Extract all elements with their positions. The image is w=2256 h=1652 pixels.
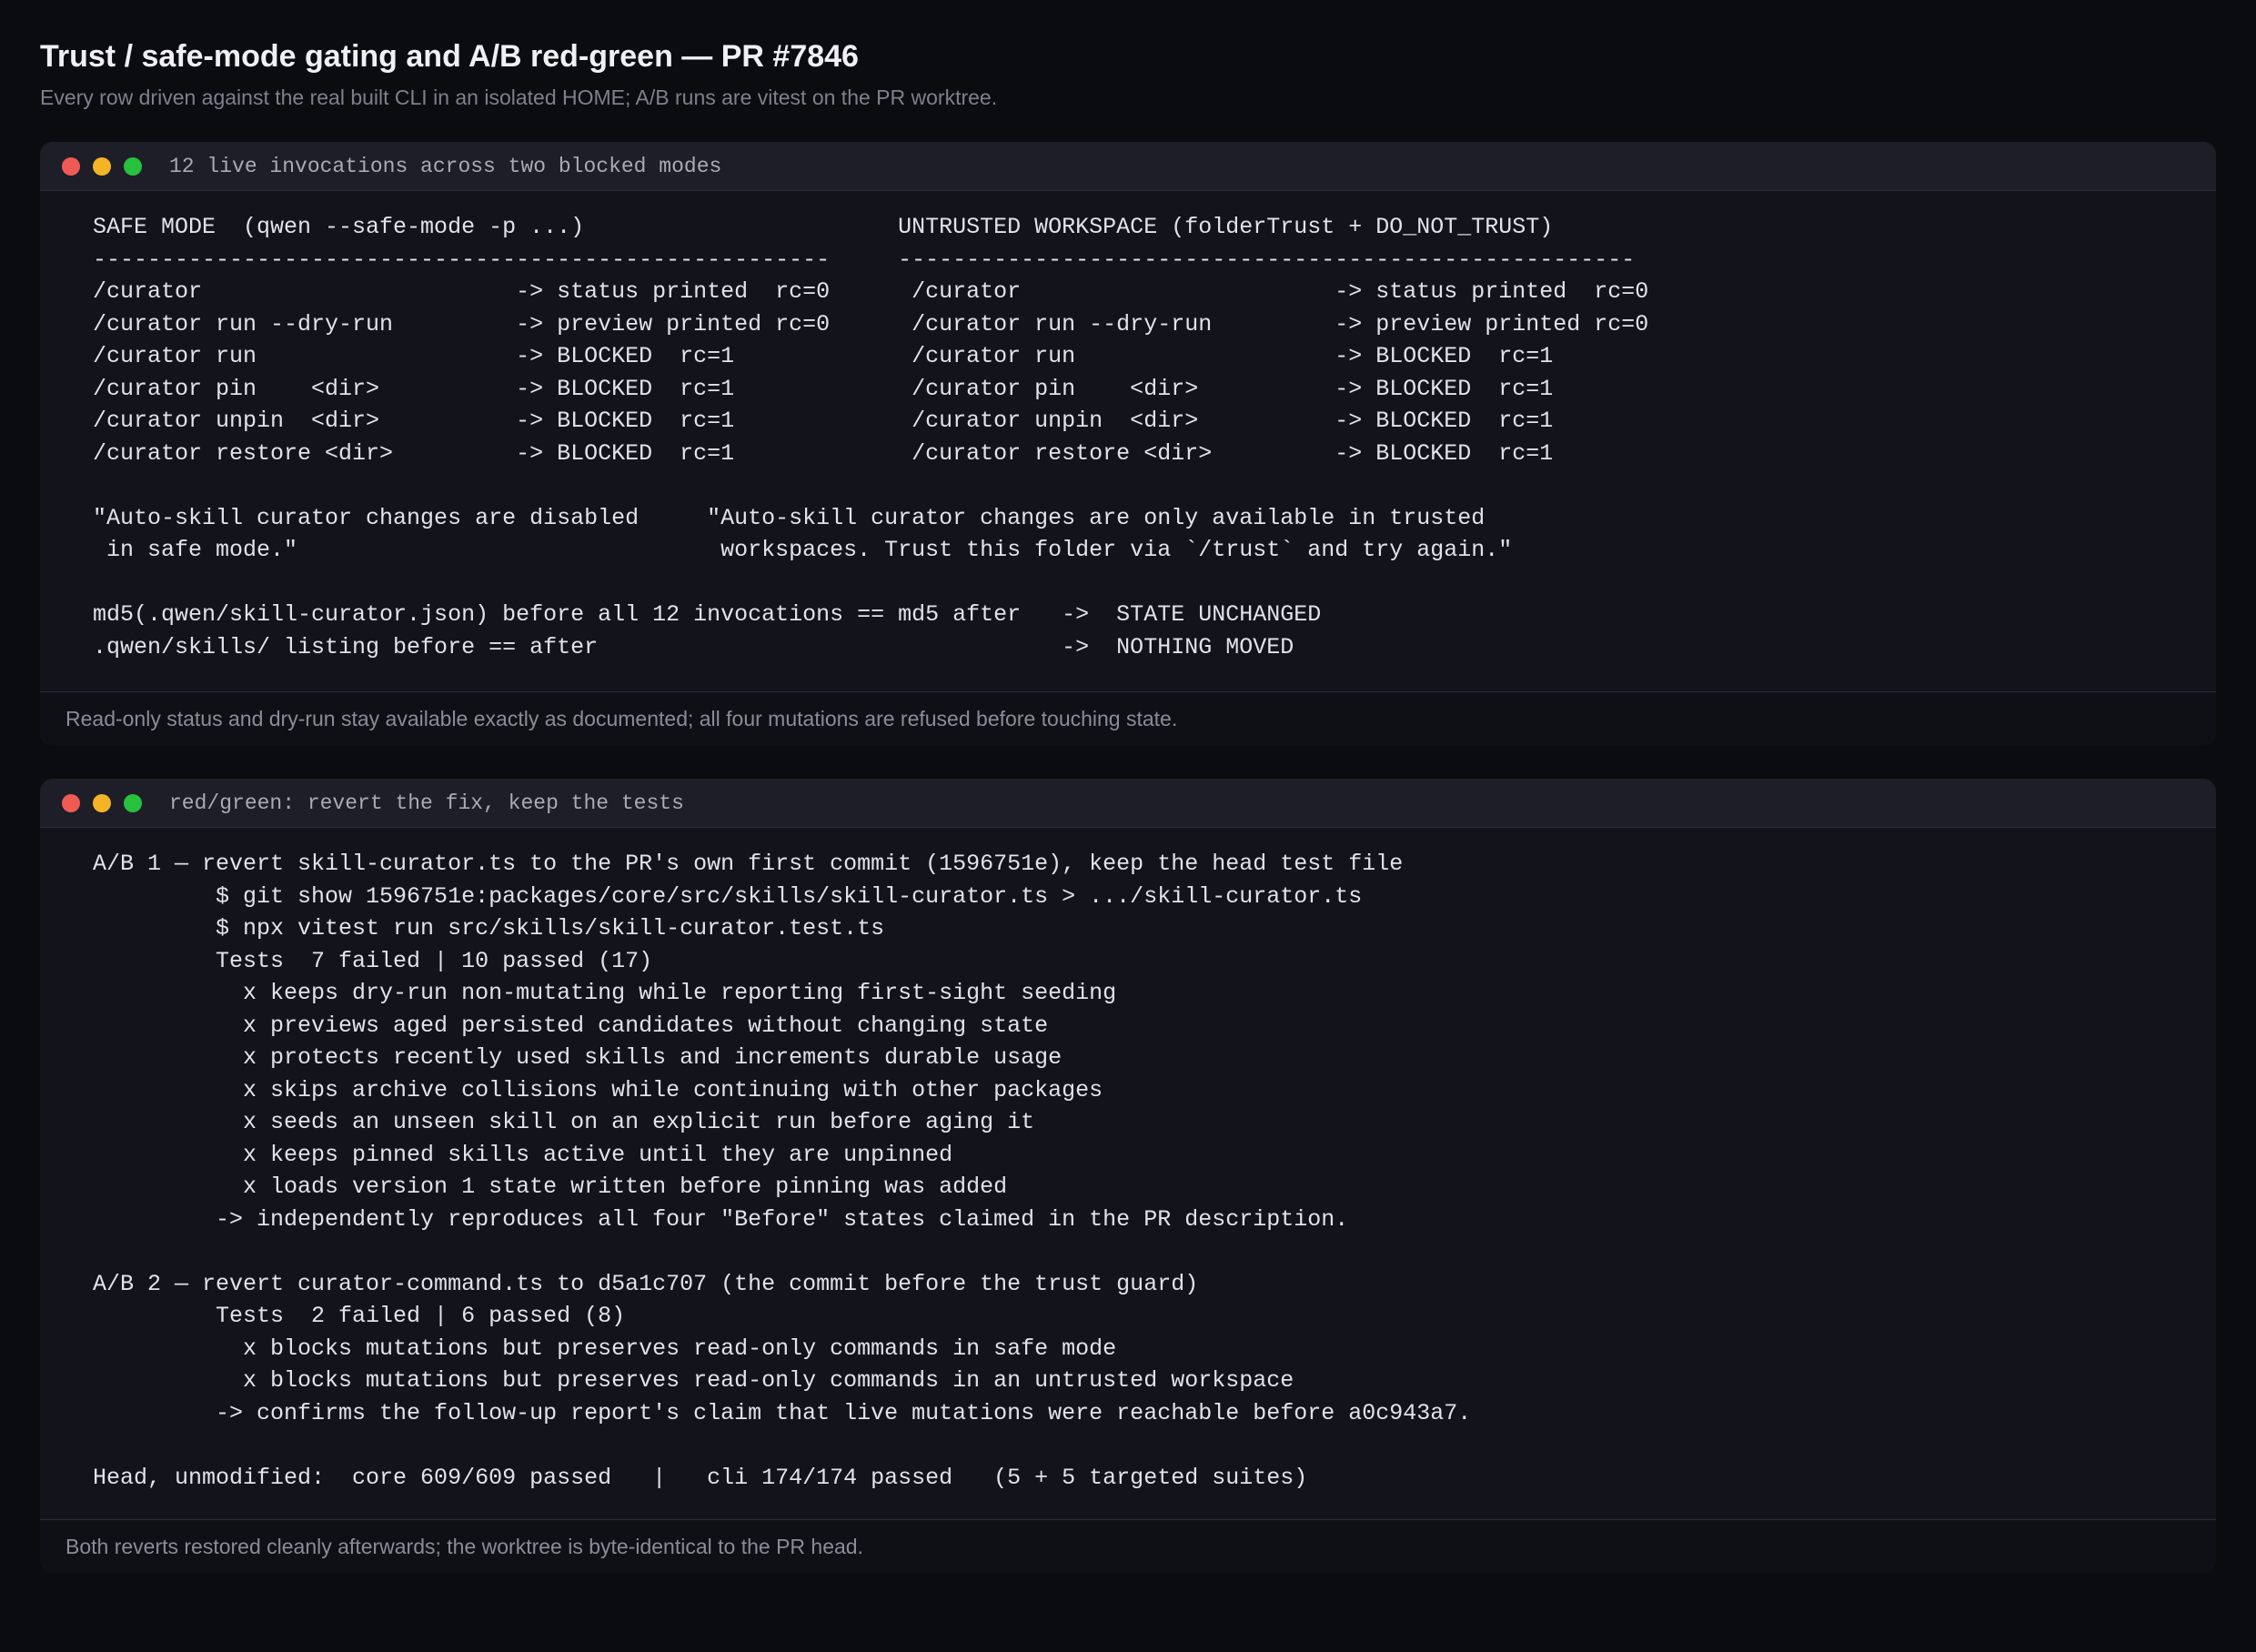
terminal-line: Tests 2 failed | 6 passed (8) — [93, 1303, 626, 1329]
terminal-line: x skips archive collisions while continu… — [93, 1076, 1103, 1103]
terminal-line: SAFE MODE (qwen --safe-mode -p ...) UNTR… — [93, 214, 1554, 240]
terminal-output: A/B 1 — revert skill-curator.ts to the P… — [40, 828, 2216, 1494]
terminal-line: Head, unmodified: core 609/609 passed | … — [93, 1464, 1308, 1491]
terminal-line: -> independently reproduces all four "Be… — [93, 1205, 1349, 1233]
terminal-line: $ git show 1596751e:packages/core/src/sk… — [93, 882, 1363, 910]
terminal-line: Tests 7 failed | 10 passed (17) — [93, 947, 653, 974]
terminal-line: -> confirms the follow-up report's claim… — [93, 1399, 1472, 1426]
terminal-line: x seeds an unseen skill on an explicit r… — [93, 1109, 1035, 1135]
terminal-line: A/B 1 — revert skill-curator.ts to the P… — [93, 851, 1404, 877]
terminal-line: /curator -> status printed rc=0 /curator… — [93, 278, 1649, 305]
terminal-line: x keeps dry-run non-mutating while repor… — [93, 980, 1117, 1006]
page-title: Trust / safe-mode gating and A/B red-gre… — [40, 39, 859, 74]
window-title: 12 live invocations across two blocked m… — [169, 154, 722, 178]
window-titlebar: 12 live invocations across two blocked m… — [40, 142, 2216, 191]
page-header: Trust / safe-mode gating and A/B red-gre… — [40, 35, 997, 113]
terminal-line: /curator run --dry-run -> preview printe… — [93, 310, 1649, 337]
terminal-line: md5(.qwen/skill-curator.json) before all… — [93, 601, 1322, 628]
terminal-window-live-invocations: 12 live invocations across two blocked m… — [40, 142, 2216, 746]
terminal-line: x blocks mutations but preserves read-on… — [93, 1367, 1294, 1394]
maximize-window-icon[interactable] — [124, 156, 142, 176]
terminal-line: "Auto-skill curator changes are disabled… — [93, 504, 1486, 531]
minimize-window-icon[interactable] — [93, 793, 111, 812]
window-title: red/green: revert the fix, keep the test… — [169, 791, 684, 815]
terminal-line: in safe mode." workspaces. Trust this fo… — [93, 537, 1513, 563]
terminal-line: .qwen/skills/ listing before == after ->… — [93, 633, 1294, 660]
terminal-line: /curator pin <dir> -> BLOCKED rc=1 /cura… — [93, 375, 1554, 402]
terminal-line: A/B 2 — revert curator-command.ts to d5a… — [93, 1270, 1199, 1297]
window-titlebar: red/green: revert the fix, keep the test… — [40, 779, 2216, 828]
terminal-line: x loads version 1 state written before p… — [93, 1174, 1008, 1200]
terminal-output: SAFE MODE (qwen --safe-mode -p ...) UNTR… — [40, 191, 2216, 663]
terminal-line: x protects recently used skills and incr… — [93, 1044, 1063, 1071]
maximize-window-icon[interactable] — [124, 793, 142, 812]
terminal-caption: Read-only status and dry-run stay availa… — [40, 691, 2216, 746]
terminal-line: $ npx vitest run src/skills/skill-curato… — [93, 915, 885, 942]
terminal-line: /curator run -> BLOCKED rc=1 /curator ru… — [93, 343, 1554, 369]
close-window-icon[interactable] — [62, 793, 80, 812]
terminal-line: /curator restore <dir> -> BLOCKED rc=1 /… — [93, 439, 1554, 467]
terminal-line: x blocks mutations but preserves read-on… — [93, 1335, 1117, 1362]
page-subtitle: Every row driven against the real built … — [40, 86, 998, 109]
terminal-line: /curator unpin <dir> -> BLOCKED rc=1 /cu… — [93, 408, 1554, 434]
minimize-window-icon[interactable] — [93, 156, 111, 176]
terminal-line: ----------------------------------------… — [93, 246, 1636, 273]
terminal-line: x keeps pinned skills active until they … — [93, 1141, 953, 1168]
terminal-caption: Both reverts restored cleanly afterwards… — [40, 1519, 2216, 1574]
terminal-line: x previews aged persisted candidates wit… — [93, 1012, 1049, 1039]
terminal-window-red-green: red/green: revert the fix, keep the test… — [40, 779, 2216, 1574]
close-window-icon[interactable] — [62, 156, 80, 176]
